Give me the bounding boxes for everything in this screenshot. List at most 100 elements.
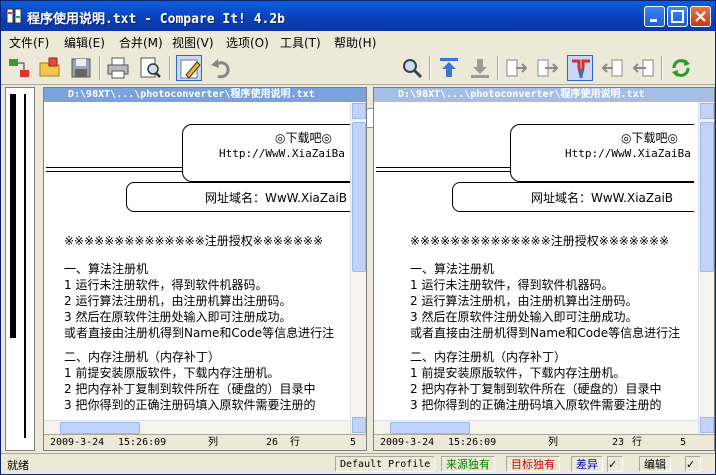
doc-stars: ※※※※※※※※※※※※※※注册授权※※※※※※※ [64,234,324,248]
menu-bar: 文件(F) 编辑(E) 合并(M) 视图(V) 选项(O) 工具(T) 帮助(H… [1,31,715,51]
doc-line-2: 2 运行算法注册机，由注册机算出注册码。 [410,294,638,308]
menu-file[interactable]: 文件(F) [9,34,49,51]
doc-line-7: 3 把你得到的正确注册码填入原软件需要注册的 [410,398,662,412]
overview-line [24,94,26,438]
undo-icon[interactable] [208,55,234,81]
domain-box: 网址域名：WwW.XiaZaiB [452,182,694,212]
print-preview-icon[interactable] [137,55,163,81]
print-icon[interactable] [105,55,131,81]
maximize-button[interactable] [667,6,688,27]
banner-url: Http://WwW.XiaZaiBa [219,147,345,160]
menu-help[interactable]: 帮助(H) [334,34,376,51]
doc-line-6: 2 把内存补丁复制到软件所在（硬盘的）目录中 [410,382,662,396]
app-window: 程序使用说明.txt - Compare It! 4.2b 文件(F) 编辑(E… [0,0,716,475]
left-horizontal-scrollbar[interactable] [44,420,350,434]
doc-line-4: 或者直接由注册机得到Name和Code等信息进行注 [410,326,681,340]
close-button[interactable] [690,6,711,27]
status-profile: Default Profile [335,456,436,472]
doc-line-3: 3 然后在原软件注册处输入即可注册成功。 [410,310,638,324]
menu-options[interactable]: 选项(O) [226,34,269,51]
overview-bar [10,94,16,338]
banner-box: ◎下载吧◎ Http://WwW.XiaZaiBa [510,124,694,182]
menu-edit[interactable]: 编辑(E) [64,34,105,51]
title-bar: 程序使用说明.txt - Compare It! 4.2b [1,1,715,31]
copy-right-all-icon[interactable] [535,55,561,81]
left-date: 2009-3-24 [50,437,105,448]
domain-text: 网址域名：WwW.XiaZaiB [205,191,348,205]
menu-tools[interactable]: 工具(T) [280,34,321,51]
left-pane-path: D:\98XT\...\photoconverter\程序使用说明.txt [44,88,366,102]
right-pane-status: 2009-3-24 15:26:09 列 23 行 5 [374,434,714,450]
right-col-label: 列 [548,437,558,448]
search-icon[interactable] [399,55,425,81]
doc-section-2: 二、内存注册机（内存补丁） [410,350,567,364]
right-horizontal-scrollbar[interactable] [374,420,698,434]
doc-section-2: 二、内存注册机（内存补丁） [64,350,221,364]
left-vertical-scrollbar[interactable] [350,102,366,434]
doc-line-3: 3 然后在原软件注册处输入即可注册成功。 [64,310,292,324]
edit-check-icon[interactable]: ✓ [685,456,701,472]
status-bar: 就绪 Default Profile 来源独有 目标独有 差异 ✓ 编辑 ✓ [1,453,715,474]
right-time: 15:26:09 [448,437,497,448]
right-row-label: 行 [632,437,642,448]
legend-diff: 差异 [571,456,603,472]
left-pane-status: 2009-3-24 15:26:09 列 26 行 5 [44,434,366,450]
left-col: 26 [266,437,279,448]
doc-section-1: 一、算法注册机 [410,262,495,276]
left-row-label: 行 [290,437,300,448]
menu-view[interactable]: 视图(V) [172,34,214,51]
doc-section-1: 一、算法注册机 [64,262,149,276]
right-row: 5 [680,437,687,448]
left-pane-text[interactable]: ◎下载吧◎ Http://WwW.XiaZaiBa 网址域名：WwW.XiaZa… [46,102,350,420]
first-diff-icon[interactable] [436,55,462,81]
domain-text: 网址域名：WwW.XiaZaiB [531,191,674,205]
diff-check-icon[interactable]: ✓ [607,456,623,472]
save-icon[interactable] [68,55,94,81]
status-ready: 就绪 [7,459,29,472]
compare-icon[interactable] [6,55,32,81]
right-pane-text[interactable]: ◎下载吧◎ Http://WwW.XiaZaiBa 网址域名：WwW.XiaZa… [376,102,694,420]
banner-url: Http://WwW.XiaZaiBa [565,147,691,160]
copy-right-icon[interactable] [504,55,530,81]
copy-left-icon[interactable] [599,55,625,81]
doc-line-1: 1 运行未注册软件，得到软件机器码。 [64,278,268,292]
window-title: 程序使用说明.txt - Compare It! 4.2b [27,12,286,27]
right-date: 2009-3-24 [380,437,435,448]
doc-line-5: 1 前提安装原版软件，下载内存注册机。 [64,366,280,380]
doc-line-6: 2 把内存补丁复制到软件所在（硬盘的）目录中 [64,382,316,396]
domain-box: 网址域名：WwW.XiaZaiB [126,182,350,212]
edit-pencil-icon[interactable] [176,55,202,81]
open-folder-icon[interactable] [37,55,63,81]
right-pane[interactable]: D:\98XT\...\photoconverter\程序使用说明.txt ◎下… [373,87,715,451]
doc-line-2: 2 运行算法注册机，由注册机算出注册码。 [64,294,292,308]
doc-stars: ※※※※※※※※※※※※※※注册授权※※※※※※※ [410,234,670,248]
doc-line-5: 1 前提安装原版软件，下载内存注册机。 [410,366,626,380]
left-row: 5 [350,437,357,448]
menu-merge[interactable]: 合并(M) [119,34,163,51]
copy-left-all-icon[interactable] [630,55,656,81]
doc-line-7: 3 把你得到的正确注册码填入原软件需要注册的 [64,398,316,412]
right-pane-path: D:\98XT\...\photoconverter\程序使用说明.txt [374,88,714,102]
left-time: 15:26:09 [118,437,167,448]
legend-target-only: 目标独有 [506,456,560,472]
banner-title: ◎下载吧◎ [621,131,678,145]
diff-line [46,167,186,168]
overview-strip[interactable] [5,87,35,451]
left-pane[interactable]: D:\98XT\...\photoconverter\程序使用说明.txt ◎下… [43,87,367,451]
status-edit: 编辑 [639,456,671,472]
right-col: 23 [612,437,625,448]
last-diff-icon[interactable] [467,55,493,81]
app-icon [6,8,22,24]
diff-line [376,167,516,168]
right-vertical-scrollbar[interactable] [698,102,714,434]
minimize-button[interactable] [644,6,665,27]
refresh-icon[interactable] [668,55,694,81]
doc-line-1: 1 运行未注册软件，得到软件机器码。 [410,278,614,292]
toolbar: ▼ [1,51,715,128]
doc-line-4: 或者直接由注册机得到Name和Code等信息进行注 [64,326,335,340]
left-col-label: 列 [208,437,218,448]
merge-icon[interactable] [567,55,593,81]
legend-source-only: 来源独有 [441,456,495,472]
banner-box: ◎下载吧◎ Http://WwW.XiaZaiBa [182,124,350,182]
banner-title: ◎下载吧◎ [275,131,332,145]
